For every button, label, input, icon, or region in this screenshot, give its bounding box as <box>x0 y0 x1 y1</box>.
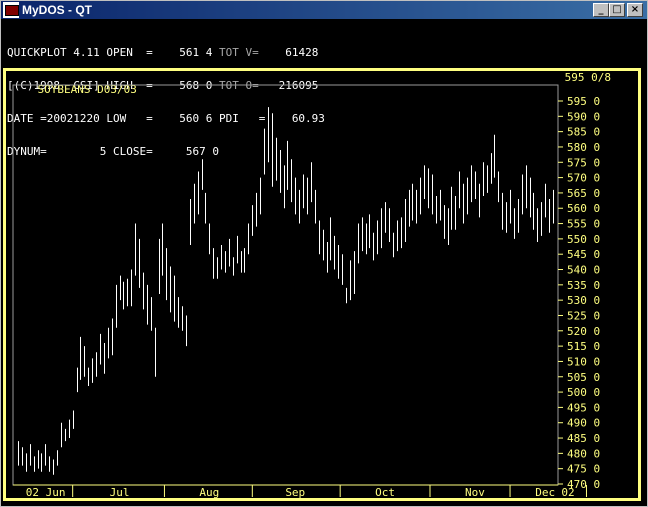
y-tick-label: 505 0 <box>567 371 600 384</box>
x-month-label: Oct <box>375 486 395 499</box>
y-tick-label: 585 0 <box>567 126 600 139</box>
y-tick-label: 545 0 <box>567 248 600 261</box>
y-tick-label: 590 0 <box>567 110 600 123</box>
plot-border <box>12 84 559 486</box>
y-tick-label: 515 0 <box>567 340 600 353</box>
y-tick-label: 595 0 <box>567 95 600 108</box>
y-tick-label: 485 0 <box>567 432 600 445</box>
y-tick-label: 565 0 <box>567 187 600 200</box>
x-month-label: 02 Jun <box>26 486 66 499</box>
y-tick-label: 475 0 <box>567 463 600 476</box>
y-tick-label: 550 0 <box>567 233 600 246</box>
y-tick-label: 520 0 <box>567 325 600 338</box>
x-month-label: Dec <box>535 486 555 499</box>
x-month-label: Aug <box>199 486 219 499</box>
y-tick-label: 580 0 <box>567 141 600 154</box>
y-tick-label: 525 0 <box>567 309 600 322</box>
y-tick-label: 490 0 <box>567 417 600 430</box>
y-tick-label: 575 0 <box>567 156 600 169</box>
x-month-label: Nov <box>465 486 485 499</box>
y-tick-label: 570 0 <box>567 172 600 185</box>
y-tick-label: 500 0 <box>567 386 600 399</box>
x-month-label: 02 <box>561 486 574 499</box>
y-tick-label: 560 0 <box>567 202 600 215</box>
app-window: MyDOS - QT _ □ × QUICKPLOT 4.11 OPEN = 5… <box>0 0 648 507</box>
y-tick-label: 530 0 <box>567 294 600 307</box>
y-tick-label: 535 0 <box>567 279 600 292</box>
y-tick-label: 480 0 <box>567 447 600 460</box>
x-month-label: Jul <box>110 486 130 499</box>
price-chart[interactable]: 595 0 590 0 585 0 580 0 575 0 570 0 565 0 560 0… <box>1 1 647 506</box>
y-tick-label: 495 0 <box>567 401 600 414</box>
y-tick-label: 540 0 <box>567 264 600 277</box>
y-tick-label: 555 0 <box>567 218 600 231</box>
y-tick-label: 510 0 <box>567 355 600 368</box>
x-month-label: Sep <box>285 486 305 499</box>
